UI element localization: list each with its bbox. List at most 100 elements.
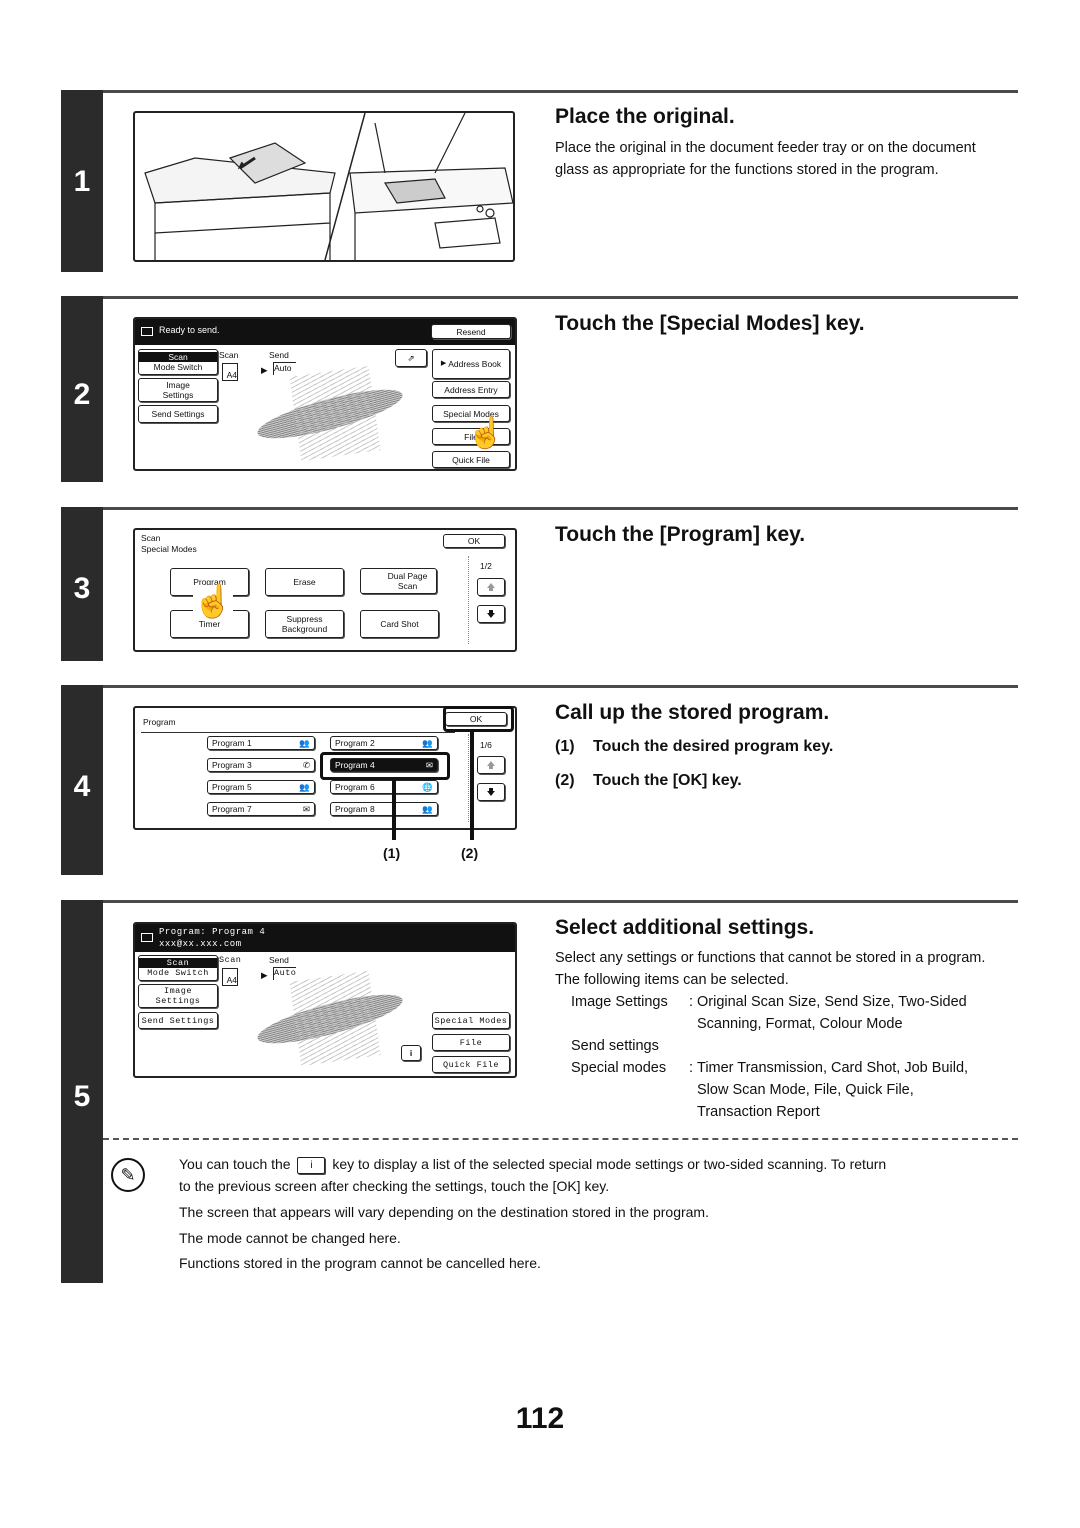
scroll-up-button[interactable]: 🡅 bbox=[477, 756, 505, 774]
substep-1: (1) Touch the desired program key. bbox=[555, 738, 833, 756]
step-number: 3 bbox=[73, 572, 91, 605]
program-key[interactable]: Program 7 ✉ bbox=[207, 802, 315, 816]
document-graphic bbox=[289, 365, 381, 462]
group-icon: 👥 bbox=[422, 738, 433, 748]
separator: : bbox=[689, 1060, 694, 1076]
quick-file-button[interactable]: Quick File bbox=[432, 1056, 510, 1073]
program-label: Program 5 bbox=[212, 782, 252, 792]
file-button[interactable]: File bbox=[432, 1034, 510, 1051]
callout-label-2: (2) bbox=[461, 845, 479, 861]
email-icon: ✉ bbox=[302, 804, 310, 814]
callout-highlight-1 bbox=[320, 752, 450, 780]
dual-page-scan-button[interactable]: Dual Page Scan bbox=[360, 568, 437, 594]
settings-item-value: Timer Transmission, Card Shot, Job Build… bbox=[697, 1060, 969, 1076]
mode-switch-button[interactable]: Scan Mode Switch bbox=[138, 349, 218, 375]
settings-item-value: Original Scan Size, Send Size, Two-Sided bbox=[697, 994, 967, 1010]
scroll-down-button[interactable]: 🡇 bbox=[477, 605, 505, 623]
program-key[interactable]: Program 5 👥 bbox=[207, 780, 315, 794]
quick-file-button[interactable]: Quick File bbox=[432, 451, 510, 468]
step-2-screen: Ready to send. Resend Scan Mode Switch I… bbox=[133, 317, 517, 471]
callout-label-1: (1) bbox=[383, 845, 401, 861]
step-divider bbox=[103, 90, 1018, 93]
screen-title: Scan Special Modes bbox=[141, 533, 197, 555]
address-review-icon[interactable]: ⇗ bbox=[395, 349, 427, 367]
mode-switch-button[interactable]: Scan Mode Switch bbox=[138, 955, 218, 981]
suppress-background-button[interactable]: Suppress Background bbox=[265, 610, 344, 638]
step-5-title: Select additional settings. bbox=[555, 916, 815, 939]
program-label: Program 2 bbox=[335, 738, 375, 748]
program-label: Program 3 bbox=[212, 760, 252, 770]
pencil-note-icon: ✎ bbox=[111, 1158, 145, 1192]
group-icon: 👥 bbox=[422, 804, 433, 814]
info-key-button[interactable]: i bbox=[401, 1045, 421, 1061]
scan-size: A4 bbox=[222, 363, 238, 381]
card-shot-button[interactable]: Card Shot bbox=[360, 610, 439, 638]
send-size: Auto bbox=[273, 362, 296, 375]
resend-button[interactable]: Resend bbox=[431, 324, 511, 339]
address-entry-button[interactable]: Address Entry bbox=[432, 381, 510, 398]
settings-item-label: Send settings bbox=[571, 1038, 659, 1054]
settings-item-value: Scanning, Format, Colour Mode bbox=[697, 1016, 903, 1032]
substep-text: Touch the [OK] key. bbox=[593, 772, 742, 789]
settings-item: Image Settings: Original Scan Size, Send … bbox=[571, 991, 968, 1035]
send-settings-button[interactable]: Send Settings bbox=[138, 405, 218, 423]
step-5-screen: Program: Program 4 xxx@xx.xxx.com Scan M… bbox=[133, 922, 517, 1078]
substep-text: Touch the desired program key. bbox=[593, 738, 834, 755]
mail-icon bbox=[141, 933, 153, 942]
step-number: 5 bbox=[73, 1080, 91, 1113]
note-text: You can touch the bbox=[179, 1156, 291, 1172]
phone-icon: ✆ bbox=[302, 760, 310, 770]
step-3-bar: 3 bbox=[61, 507, 103, 661]
mode-scan-label: Scan bbox=[139, 958, 217, 968]
erase-button[interactable]: Erase bbox=[265, 568, 344, 596]
note-line-1: You can touch the i key to display a lis… bbox=[179, 1154, 1019, 1175]
address-book-button[interactable]: ▶ Address Book bbox=[432, 349, 510, 379]
send-label: Send bbox=[269, 350, 289, 360]
screen-title-line: Scan bbox=[141, 533, 161, 543]
step-number: 2 bbox=[73, 378, 91, 411]
callout-highlight-2 bbox=[443, 706, 514, 732]
note-line-3: The screen that appears will vary depend… bbox=[179, 1204, 709, 1220]
scroll-down-button[interactable]: 🡇 bbox=[477, 783, 505, 801]
send-settings-button[interactable]: Send Settings bbox=[138, 1012, 218, 1029]
info-key-icon: i bbox=[297, 1156, 326, 1174]
copier-drawing bbox=[144, 113, 513, 260]
step-divider bbox=[103, 685, 1018, 688]
arrow-right-icon: ▶ bbox=[440, 360, 447, 367]
mail-icon bbox=[141, 327, 153, 336]
scan-label: Scan bbox=[219, 955, 242, 965]
settings-item-label: Special modes bbox=[571, 1060, 667, 1076]
program-key[interactable]: Program 6 🌐 bbox=[330, 780, 438, 794]
program-key[interactable]: Program 8 👥 bbox=[330, 802, 438, 816]
image-settings-button[interactable]: Image Settings bbox=[138, 984, 218, 1008]
ok-button[interactable]: OK bbox=[443, 534, 505, 548]
program-label: Program 8 bbox=[335, 804, 375, 814]
program-key[interactable]: Program 2 👥 bbox=[330, 736, 438, 750]
status-program: Program: Program 4 bbox=[159, 927, 266, 937]
special-modes-button[interactable]: Special Modes bbox=[432, 1012, 510, 1029]
callout-leader-1 bbox=[392, 778, 396, 840]
step-divider bbox=[103, 900, 1018, 903]
step-2-title: Touch the [Special Modes] key. bbox=[555, 312, 865, 335]
page-number: 112 bbox=[515, 1402, 565, 1435]
settings-item-label: Image Settings bbox=[571, 994, 668, 1010]
step-divider bbox=[103, 296, 1018, 299]
image-settings-button[interactable]: Image Settings bbox=[138, 378, 218, 402]
step-4-title: Call up the stored program. bbox=[555, 701, 830, 724]
title-underline bbox=[141, 732, 455, 733]
program-key[interactable]: Program 3 ✆ bbox=[207, 758, 315, 772]
settings-item-values: Original Scan Size, Send Size, Two-Sided… bbox=[697, 991, 967, 1035]
send-label: Send bbox=[269, 955, 289, 965]
substep-2: (2) Touch the [OK] key. bbox=[555, 772, 742, 790]
status-bar: Program: Program 4 xxx@xx.xxx.com bbox=[135, 924, 515, 952]
settings-item: Special modes: Timer Transmission, Card S… bbox=[571, 1057, 968, 1123]
substep-number: (2) bbox=[555, 772, 575, 789]
program-label: Program 1 bbox=[212, 738, 252, 748]
program-key[interactable]: Program 1 👥 bbox=[207, 736, 315, 750]
image-settings-label: Settings bbox=[155, 996, 201, 1006]
note-text: key to display a list of the selected sp… bbox=[332, 1156, 887, 1172]
scroll-up-button[interactable]: 🡅 bbox=[477, 578, 505, 596]
step-number: 1 bbox=[73, 165, 91, 198]
divider bbox=[468, 556, 469, 644]
image-settings-label: Settings bbox=[162, 390, 194, 400]
